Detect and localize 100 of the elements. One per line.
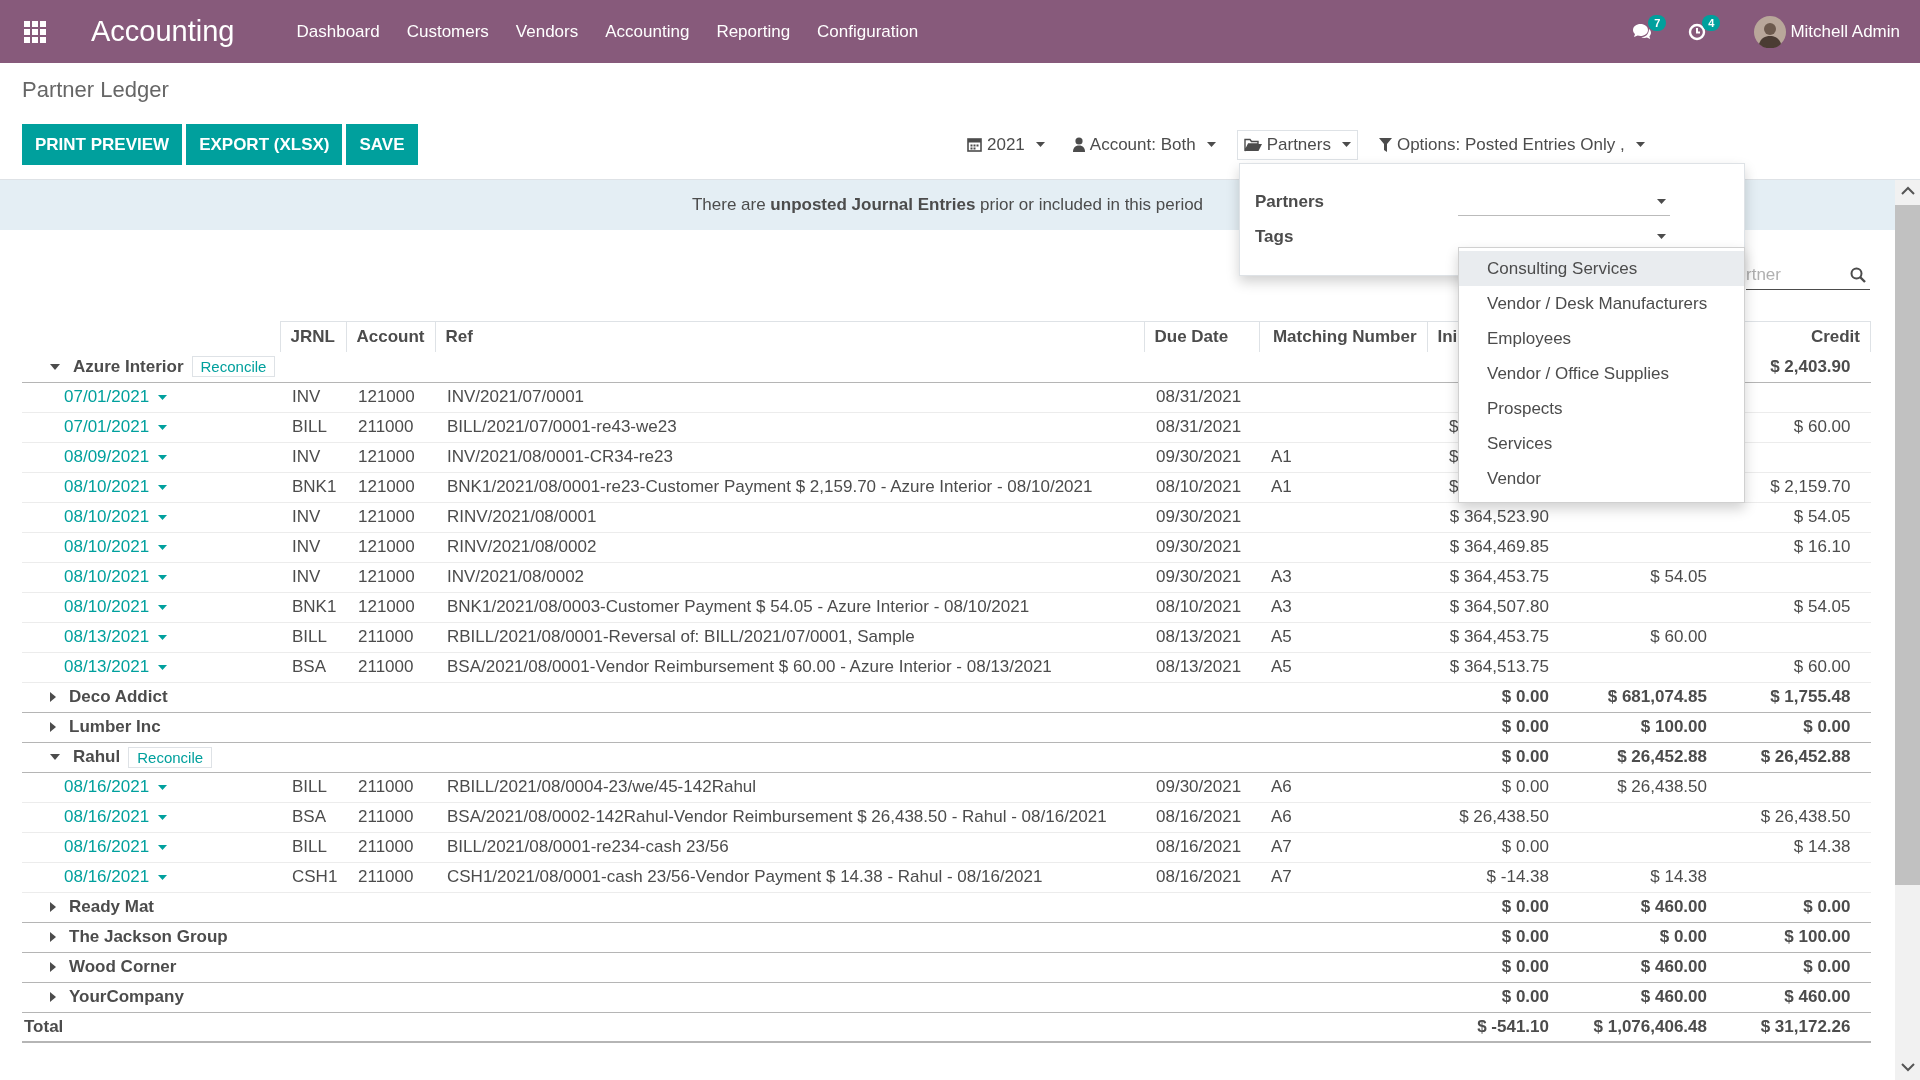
amount-cell: $ 26,438.50 bbox=[1557, 772, 1715, 802]
caret-icon bbox=[158, 874, 168, 880]
expand-caret-icon[interactable] bbox=[50, 692, 56, 702]
avatar-icon[interactable] bbox=[1754, 15, 1787, 48]
amount-cell: $ 460.00 bbox=[1557, 982, 1715, 1012]
amount-cell: $ 26,438.50 bbox=[1715, 802, 1871, 832]
filter-icon bbox=[1378, 137, 1392, 152]
amount-cell: $ 460.00 bbox=[1557, 892, 1715, 922]
table-cell: A3 bbox=[1259, 592, 1427, 622]
amount-cell: $ 26,452.88 bbox=[1557, 742, 1715, 772]
date-link[interactable]: 08/13/2021 bbox=[64, 627, 168, 647]
date-link[interactable]: 08/10/2021 bbox=[64, 597, 168, 617]
table-cell: BILL/2021/08/0001-re234-cash 23/56 bbox=[435, 832, 1144, 862]
date-link[interactable]: 08/09/2021 bbox=[64, 447, 168, 467]
date-link[interactable]: 08/16/2021 bbox=[64, 807, 168, 827]
table-cell: 121000 bbox=[346, 532, 435, 562]
filter-button[interactable]: Account: Both bbox=[1065, 129, 1223, 160]
column-header: JRNL bbox=[280, 321, 346, 352]
date-link[interactable]: 08/10/2021 bbox=[64, 507, 168, 527]
menu-item[interactable]: Configuration bbox=[817, 21, 919, 42]
table-cell: 08/16/2021 bbox=[1144, 832, 1259, 862]
collapse-caret-icon[interactable] bbox=[50, 363, 60, 370]
caret-icon bbox=[158, 424, 168, 430]
table-cell: 121000 bbox=[346, 502, 435, 532]
apps-menu-icon[interactable] bbox=[24, 20, 46, 43]
expand-caret-icon[interactable] bbox=[50, 962, 56, 972]
date-link[interactable]: 08/13/2021 bbox=[64, 657, 168, 677]
table-cell: BNK1 bbox=[280, 592, 346, 622]
caret-icon bbox=[158, 844, 168, 850]
table-cell: CSH1 bbox=[280, 862, 346, 892]
reconcile-button[interactable]: Reconcile bbox=[191, 356, 276, 378]
table-cell: INV bbox=[280, 382, 346, 412]
date-link[interactable]: 07/01/2021 bbox=[64, 417, 168, 437]
chat-icon[interactable] bbox=[1632, 22, 1653, 41]
dropdown-option[interactable]: Vendor / Desk Manufacturers bbox=[1459, 286, 1744, 321]
folder-icon bbox=[1243, 137, 1262, 152]
amount-cell: $ 14.38 bbox=[1557, 862, 1715, 892]
dropdown-option[interactable]: Consulting Services bbox=[1459, 251, 1744, 286]
date-link[interactable]: 08/10/2021 bbox=[64, 567, 168, 587]
table-cell: 08/16/2021 bbox=[1144, 862, 1259, 892]
table-cell: 211000 bbox=[346, 652, 435, 682]
scrollbar-thumb[interactable] bbox=[1895, 205, 1920, 885]
date-link[interactable]: 08/10/2021 bbox=[64, 477, 168, 497]
caret-icon bbox=[1206, 142, 1216, 147]
reconcile-button[interactable]: Reconcile bbox=[128, 746, 213, 768]
expand-caret-icon[interactable] bbox=[50, 902, 56, 912]
table-cell: 08/31/2021 bbox=[1144, 382, 1259, 412]
menu-item[interactable]: Customers bbox=[406, 21, 489, 42]
action-button[interactable]: PRINT PREVIEW bbox=[22, 124, 183, 165]
user-icon bbox=[1072, 137, 1085, 152]
date-link[interactable]: 07/01/2021 bbox=[64, 387, 168, 407]
table-cell: BSA bbox=[280, 802, 346, 832]
amount-cell: $ 0.00 bbox=[1427, 982, 1557, 1012]
menu-item[interactable]: Dashboard bbox=[296, 21, 380, 42]
app-title[interactable]: Accounting bbox=[91, 15, 235, 48]
amount-cell: $ 1,076,406.48 bbox=[1557, 1012, 1715, 1042]
scrollbar[interactable] bbox=[1895, 180, 1920, 1080]
amount-cell: $ 54.05 bbox=[1715, 592, 1871, 622]
search-field[interactable]: rtner bbox=[1746, 260, 1870, 290]
date-link[interactable]: 08/16/2021 bbox=[64, 837, 168, 857]
table-cell: 09/30/2021 bbox=[1144, 532, 1259, 562]
expand-caret-icon[interactable] bbox=[50, 722, 56, 732]
table-cell: 08/13/2021 bbox=[1144, 622, 1259, 652]
table-cell: RINV/2021/08/0001 bbox=[435, 502, 1144, 532]
table-cell: 09/30/2021 bbox=[1144, 442, 1259, 472]
action-button[interactable]: EXPORT (XLSX) bbox=[186, 124, 343, 165]
action-button[interactable]: SAVE bbox=[346, 124, 418, 165]
table-cell: BNK1/2021/08/0003-Customer Payment $ 54.05 - Azure Interior - 08/10/2021 bbox=[435, 592, 1144, 622]
amount-cell: $ -541.10 bbox=[1427, 1012, 1557, 1042]
column-header: Due Date bbox=[1144, 321, 1259, 352]
table-cell: A6 bbox=[1259, 772, 1427, 802]
column-header: Matching Number bbox=[1259, 321, 1427, 352]
user-name[interactable]: Mitchell Admin bbox=[1790, 21, 1900, 42]
field-label: Partners bbox=[1255, 191, 1325, 212]
amount-cell: $ 54.05 bbox=[1557, 562, 1715, 592]
collapse-caret-icon[interactable] bbox=[50, 754, 60, 760]
amount-cell: $ 460.00 bbox=[1715, 982, 1871, 1012]
table-cell: BILL bbox=[280, 772, 346, 802]
expand-caret-icon[interactable] bbox=[50, 932, 56, 942]
filter-button[interactable]: Options: Posted Entries Only , bbox=[1371, 129, 1652, 160]
filter-button[interactable]: 2021 bbox=[960, 129, 1052, 160]
date-link[interactable]: 08/16/2021 bbox=[64, 777, 168, 797]
clock-icon[interactable] bbox=[1688, 22, 1707, 41]
scroll-up-icon[interactable] bbox=[1900, 186, 1915, 195]
table-cell: Total bbox=[22, 1012, 1427, 1042]
date-link[interactable]: 08/16/2021 bbox=[64, 867, 168, 887]
menu-item[interactable]: Vendors bbox=[515, 21, 579, 42]
partner-name: Ready Mat bbox=[69, 897, 155, 917]
filter-button[interactable]: Partners bbox=[1236, 129, 1358, 160]
menu-item[interactable]: Accounting bbox=[605, 21, 690, 42]
amount-cell: $ 0.00 bbox=[1427, 682, 1557, 712]
search-icon[interactable] bbox=[1850, 267, 1866, 283]
caret-icon bbox=[1035, 142, 1045, 147]
date-link[interactable]: 08/10/2021 bbox=[64, 537, 168, 557]
caret-icon bbox=[158, 544, 168, 550]
menu-item[interactable]: Reporting bbox=[716, 21, 791, 42]
expand-caret-icon[interactable] bbox=[50, 992, 56, 1002]
partner-name: Azure Interior bbox=[73, 356, 184, 377]
scroll-down-icon[interactable] bbox=[1900, 1063, 1915, 1072]
amount-cell: $ 364,507.80 bbox=[1427, 592, 1557, 622]
